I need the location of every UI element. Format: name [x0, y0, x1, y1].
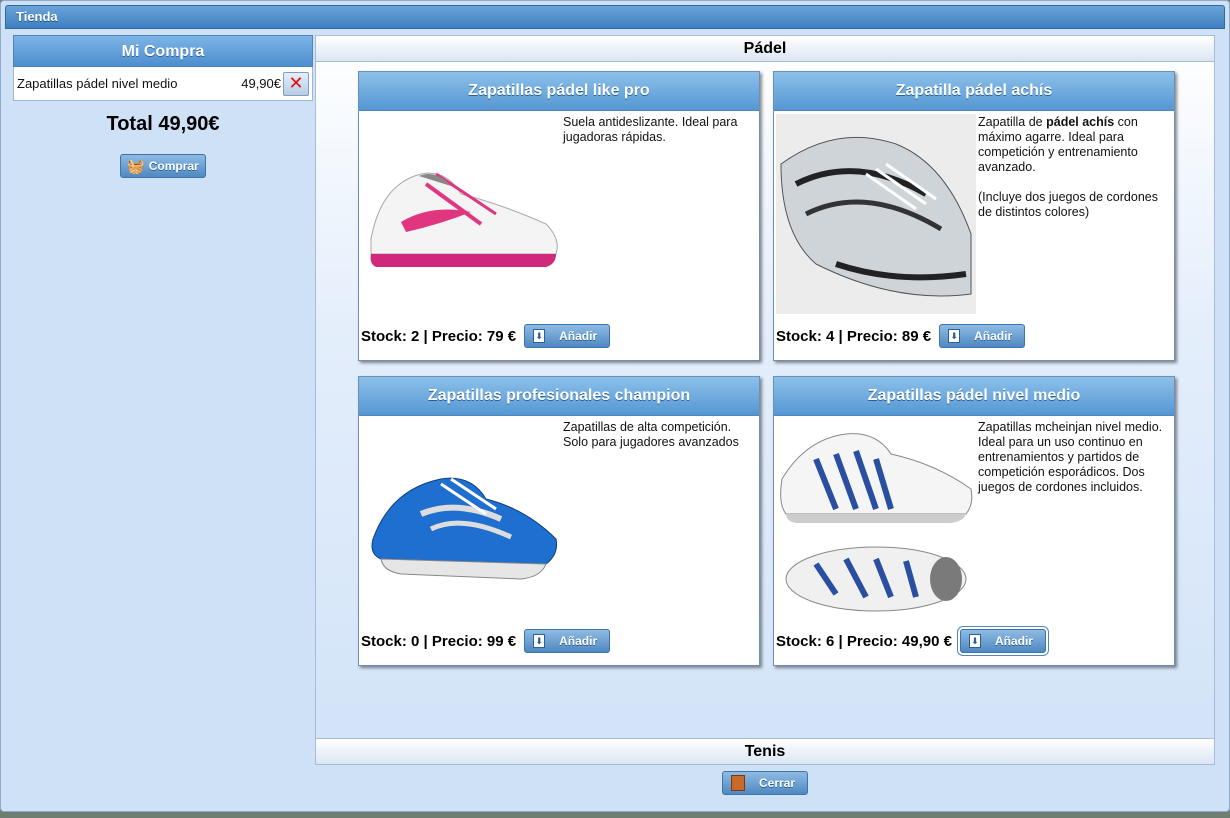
add-button-label: Añadir [994, 634, 1033, 648]
product-footer: Stock: 6 | Precio: 49,90 € ⬇ Añadir [776, 626, 1049, 656]
arrow-down-icon: ⬇ [968, 634, 981, 648]
add-to-cart-button[interactable]: ⬇ Añadir [524, 324, 611, 348]
arrow-down-icon: ⬇ [533, 329, 546, 343]
shoe-image [370, 172, 558, 267]
product-description: Zapatillas mcheinjan nivel medio. Ideal … [978, 420, 1163, 494]
product-description: Suela antideslizante. Ideal para jugador… [563, 115, 738, 144]
desc-prefix: Zapatilla de [978, 115, 1047, 129]
close-button-label: Cerrar [759, 776, 796, 790]
cart-item-price: 49,90€ [241, 76, 281, 91]
shop-window: Tienda Mi Compra Zapatillas pádel nivel … [0, 0, 1230, 812]
arrow-down-icon: ⬇ [948, 329, 961, 343]
close-x-icon: ✕ [288, 73, 304, 93]
remove-item-button[interactable]: ✕ [283, 71, 309, 96]
product-stock-price: Stock: 6 | Precio: 49,90 € [776, 632, 952, 650]
basket-icon: 🧺 [127, 157, 145, 174]
add-button-label: Añadir [974, 329, 1013, 343]
product-card: Zapatillas profesionales champion Zapati… [358, 376, 760, 666]
desc-note: (Incluye dos juegos de cordones de disti… [978, 190, 1158, 219]
product-footer: Stock: 2 | Precio: 79 € ⬇ Añadir [361, 324, 611, 348]
add-button-label: Añadir [559, 634, 598, 648]
product-description: Zapatilla de pádel achís con máximo agar… [978, 115, 1174, 235]
desc-bold: pádel achís [1046, 115, 1115, 129]
product-card: Zapatilla pádel achís Zapatilla de pádel… [773, 71, 1175, 361]
buy-button[interactable]: 🧺 Comprar [120, 154, 206, 178]
cart-panel: Mi Compra Zapatillas pádel nivel medio 4… [13, 35, 313, 185]
section-header-padel[interactable]: Pádel [316, 36, 1214, 62]
window-title: Tienda [16, 9, 58, 24]
product-stock-price: Stock: 2 | Precio: 79 € [361, 327, 517, 345]
add-to-cart-button[interactable]: ⬇ Añadir [956, 626, 1049, 656]
product-card: Zapatillas pádel like pro Suela antidesl… [358, 71, 760, 361]
section-header-tenis[interactable]: Tenis [316, 738, 1214, 764]
product-title: Zapatillas pádel nivel medio [774, 377, 1174, 416]
close-button[interactable]: Cerrar [722, 771, 808, 795]
product-title: Zapatillas profesionales champion [359, 377, 759, 416]
arrow-down-icon: ⬇ [533, 634, 546, 648]
add-to-cart-button[interactable]: ⬇ Añadir [524, 629, 611, 653]
add-button-label: Añadir [559, 329, 598, 343]
add-to-cart-button[interactable]: ⬇ Añadir [939, 324, 1026, 348]
cart-item-name: Zapatillas pádel nivel medio [17, 76, 178, 91]
shoe-image [371, 477, 557, 580]
cart-item: Zapatillas pádel nivel medio 49,90€ ✕ [13, 67, 313, 101]
catalog-panel: Pádel Zapatillas pádel like pro Suela an… [315, 35, 1215, 765]
buy-button-label: Comprar [148, 159, 199, 173]
product-footer: Stock: 0 | Precio: 99 € ⬇ Añadir [361, 629, 611, 653]
product-title: Zapatillas pádel like pro [359, 72, 759, 111]
product-stock-price: Stock: 4 | Precio: 89 € [776, 327, 932, 345]
product-card: Zapatillas pádel nivel medio Zapatillas … [773, 376, 1175, 666]
product-description: Zapatillas de alta competición. Solo par… [563, 420, 739, 449]
product-footer: Stock: 4 | Precio: 89 € ⬇ Añadir [776, 324, 1026, 348]
shoe-image [776, 114, 976, 314]
window-titlebar[interactable]: Tienda [5, 5, 1225, 29]
cart-total: Total 49,90€ [106, 113, 220, 135]
shoe-image [780, 433, 973, 612]
cart-header: Mi Compra [13, 35, 313, 67]
product-title: Zapatilla pádel achís [774, 72, 1174, 111]
door-icon [731, 775, 745, 791]
product-stock-price: Stock: 0 | Precio: 99 € [361, 632, 517, 650]
